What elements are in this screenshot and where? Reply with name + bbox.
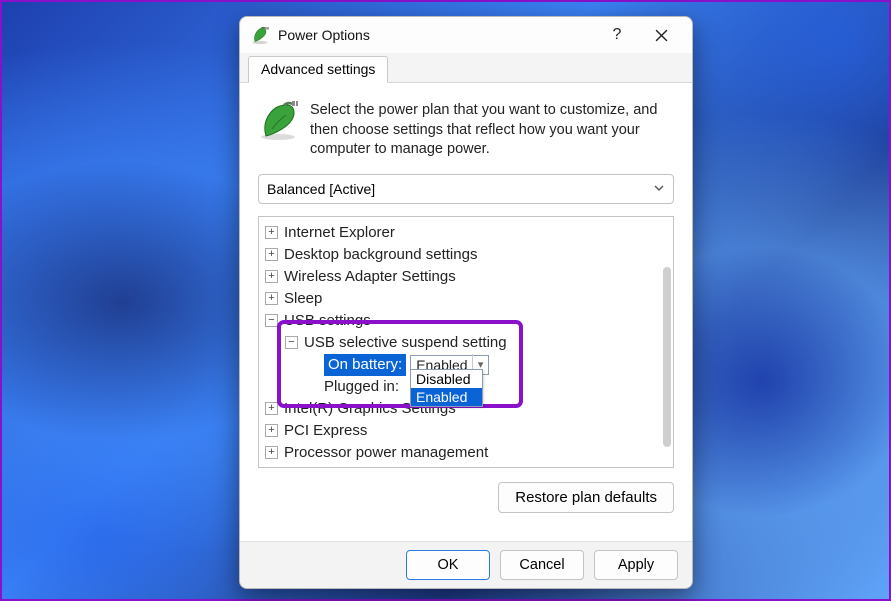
expand-icon[interactable]: +: [265, 248, 278, 261]
tab-advanced-settings[interactable]: Advanced settings: [248, 56, 388, 83]
help-button[interactable]: ?: [602, 21, 632, 49]
dropdown-option-disabled[interactable]: Disabled: [411, 370, 482, 388]
collapse-icon[interactable]: −: [265, 314, 278, 327]
tree-label: Internet Explorer: [284, 222, 395, 244]
expand-icon[interactable]: +: [265, 270, 278, 283]
close-button[interactable]: [646, 21, 676, 49]
tree-label: Desktop background settings: [284, 244, 477, 266]
chevron-down-icon: [653, 181, 665, 197]
power-options-dialog: Power Options ? Advanced settings: [239, 16, 693, 589]
plugged-in-label: Plugged in:: [324, 376, 399, 398]
tree-label: Processor power management: [284, 442, 488, 464]
collapse-icon[interactable]: −: [285, 336, 298, 349]
tree-label: USB selective suspend setting: [304, 332, 507, 354]
tree-item-sleep[interactable]: + Sleep: [265, 288, 667, 310]
tree-item-usb-selective-suspend[interactable]: − USB selective suspend setting: [285, 332, 667, 354]
tree-item-internet-explorer[interactable]: + Internet Explorer: [265, 222, 667, 244]
hero-text: Select the power plan that you want to c…: [310, 101, 674, 160]
setting-plugged-in[interactable]: Plugged in:: [305, 376, 667, 398]
expand-icon[interactable]: +: [265, 424, 278, 437]
expand-icon[interactable]: +: [265, 446, 278, 459]
dialog-footer: OK Cancel Apply: [240, 541, 692, 588]
dropdown-option-enabled[interactable]: Enabled: [411, 388, 482, 406]
tree-item-display[interactable]: + Display: [265, 464, 667, 468]
power-plan-value: Balanced [Active]: [267, 181, 375, 197]
titlebar: Power Options ?: [240, 17, 692, 53]
power-options-icon: [250, 25, 270, 45]
tree-label: USB settings: [284, 310, 371, 332]
apply-button[interactable]: Apply: [594, 550, 678, 580]
plugged-in-dropdown[interactable]: Disabled Enabled: [410, 369, 483, 407]
tree-label: Sleep: [284, 288, 322, 310]
tree-label: Display: [284, 464, 333, 468]
tree-item-wireless-adapter[interactable]: + Wireless Adapter Settings: [265, 266, 667, 288]
settings-tree[interactable]: + Internet Explorer + Desktop background…: [258, 216, 674, 468]
expand-icon[interactable]: +: [265, 292, 278, 305]
tree-label: PCI Express: [284, 420, 367, 442]
hero: Select the power plan that you want to c…: [258, 101, 674, 160]
tab-row: Advanced settings: [240, 53, 692, 83]
on-battery-label: On battery:: [324, 354, 406, 376]
power-plan-icon: [258, 101, 298, 141]
expand-icon[interactable]: +: [265, 402, 278, 415]
scrollbar-thumb[interactable]: [663, 267, 671, 447]
window-title: Power Options: [278, 27, 602, 43]
tab-content: Select the power plan that you want to c…: [240, 83, 692, 541]
expand-icon[interactable]: +: [265, 226, 278, 239]
tree-item-pci-express[interactable]: + PCI Express: [265, 420, 667, 442]
tree-item-processor-power[interactable]: + Processor power management: [265, 442, 667, 464]
restore-defaults-button[interactable]: Restore plan defaults: [498, 482, 674, 513]
tree-item-desktop-background[interactable]: + Desktop background settings: [265, 244, 667, 266]
power-plan-select[interactable]: Balanced [Active]: [258, 174, 674, 204]
tree-item-usb-settings[interactable]: − USB settings: [265, 310, 667, 332]
tree-label: Wireless Adapter Settings: [284, 266, 456, 288]
ok-button[interactable]: OK: [406, 550, 490, 580]
setting-on-battery[interactable]: On battery: Enabled ▾: [305, 354, 667, 376]
cancel-button[interactable]: Cancel: [500, 550, 584, 580]
